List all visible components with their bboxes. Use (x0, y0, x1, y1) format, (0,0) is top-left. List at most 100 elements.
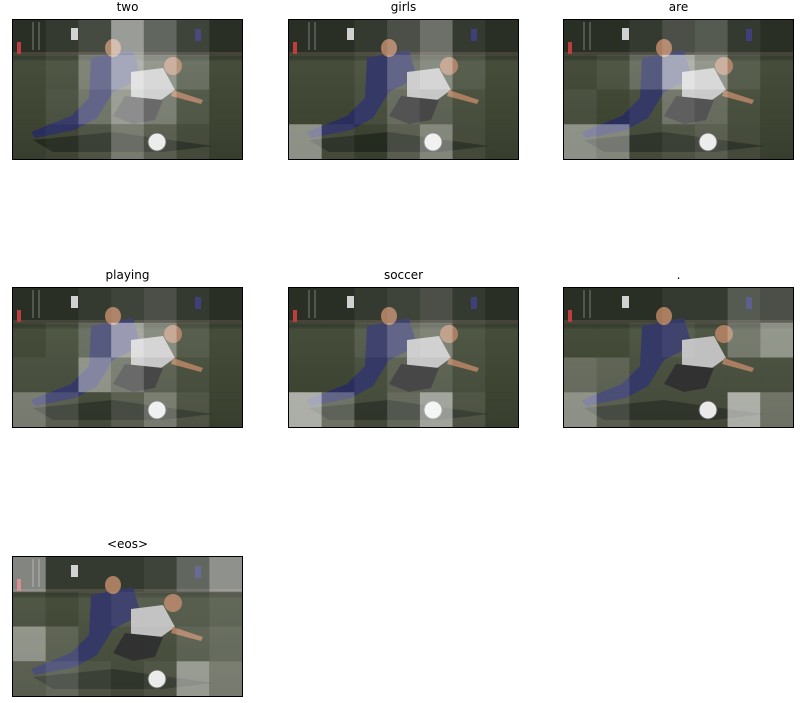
attention-cell (564, 89, 597, 125)
attention-cell (13, 591, 46, 627)
attention-cell (694, 20, 728, 55)
attention-cell (45, 20, 79, 55)
attention-cell (354, 54, 388, 90)
attention-cell (209, 661, 242, 696)
attention-cell (419, 89, 453, 125)
attention-cell (143, 557, 177, 592)
attention-cell (354, 124, 388, 159)
attention-cell (629, 124, 663, 159)
attention-cell (760, 124, 793, 159)
attention-cell (321, 89, 355, 125)
attention-cell (143, 124, 177, 159)
attention-cell (387, 322, 420, 358)
attention-cell (321, 54, 355, 90)
attention-cell (143, 661, 177, 696)
attention-cell (176, 661, 210, 696)
attention-panel: . (563, 268, 794, 428)
attention-cell (727, 124, 761, 159)
attention-cell (176, 288, 210, 323)
attention-cell (143, 392, 177, 427)
attention-cell (176, 89, 210, 125)
attention-cell (321, 288, 355, 323)
attention-cell (78, 124, 112, 159)
soccer-photo (564, 288, 793, 427)
attention-cell (354, 357, 388, 393)
attention-cell (485, 357, 518, 393)
attention-cell (143, 89, 177, 125)
attention-cell (209, 54, 242, 90)
attention-cell (78, 288, 112, 323)
attention-cell (452, 20, 486, 55)
attention-cell (289, 20, 322, 55)
attention-cell (321, 322, 355, 358)
attention-cell (419, 54, 453, 90)
attention-cell (209, 392, 242, 427)
attention-cell (662, 89, 695, 125)
attention-cell (629, 288, 663, 323)
attention-cell (694, 54, 728, 90)
panel-title: girls (390, 0, 417, 14)
attention-cell (760, 357, 793, 393)
attention-cell (662, 357, 695, 393)
attention-cell (111, 357, 144, 393)
attention-cell (45, 288, 79, 323)
attention-cell (111, 626, 144, 662)
attention-cell (176, 322, 210, 358)
attention-cell (354, 20, 388, 55)
attention-cell (209, 322, 242, 358)
attention-cell (45, 54, 79, 90)
attention-cell (143, 626, 177, 662)
attention-cell (13, 89, 46, 125)
attention-cell (564, 54, 597, 90)
attention-panel: two (12, 0, 243, 160)
attention-cell (143, 357, 177, 393)
attention-cell (419, 357, 453, 393)
attention-cell (727, 288, 761, 323)
attention-cell (176, 591, 210, 627)
attention-cell (596, 124, 630, 159)
attention-cell (662, 20, 695, 55)
attention-cell (143, 20, 177, 55)
panel-title: are (668, 0, 689, 14)
attention-cell (45, 357, 79, 393)
attention-cell (209, 89, 242, 125)
attention-cell (176, 124, 210, 159)
attention-cell (760, 392, 793, 427)
soccer-photo (13, 557, 242, 696)
panel-title: . (676, 268, 681, 282)
soccer-photo (13, 20, 242, 159)
attention-cell (176, 20, 210, 55)
attention-cell (694, 392, 728, 427)
attention-cell (78, 392, 112, 427)
attention-cell (596, 89, 630, 125)
attention-cell (452, 89, 486, 125)
attention-cell (13, 557, 46, 592)
attention-cell (419, 20, 453, 55)
attention-cell (289, 124, 322, 159)
attention-cell (45, 661, 79, 696)
attention-cell (387, 89, 420, 125)
attention-cell (143, 591, 177, 627)
attention-cell (564, 392, 597, 427)
attention-cell (289, 288, 322, 323)
attention-cell (485, 322, 518, 358)
attention-cell (78, 626, 112, 662)
attention-cell (78, 54, 112, 90)
attention-cell (452, 54, 486, 90)
attention-cell (209, 288, 242, 323)
attention-cell (13, 288, 46, 323)
attention-cell (387, 392, 420, 427)
attention-cell (662, 54, 695, 90)
attention-cell (629, 392, 663, 427)
attention-cell (78, 591, 112, 627)
attention-cell (564, 357, 597, 393)
attention-cell (289, 357, 322, 393)
attention-cell (354, 392, 388, 427)
attention-panel: girls (288, 0, 519, 160)
attention-cell (629, 89, 663, 125)
soccer-photo (13, 288, 242, 427)
attention-cell (694, 322, 728, 358)
attention-cell (321, 357, 355, 393)
attention-cell (694, 89, 728, 125)
image-frame (288, 19, 519, 160)
